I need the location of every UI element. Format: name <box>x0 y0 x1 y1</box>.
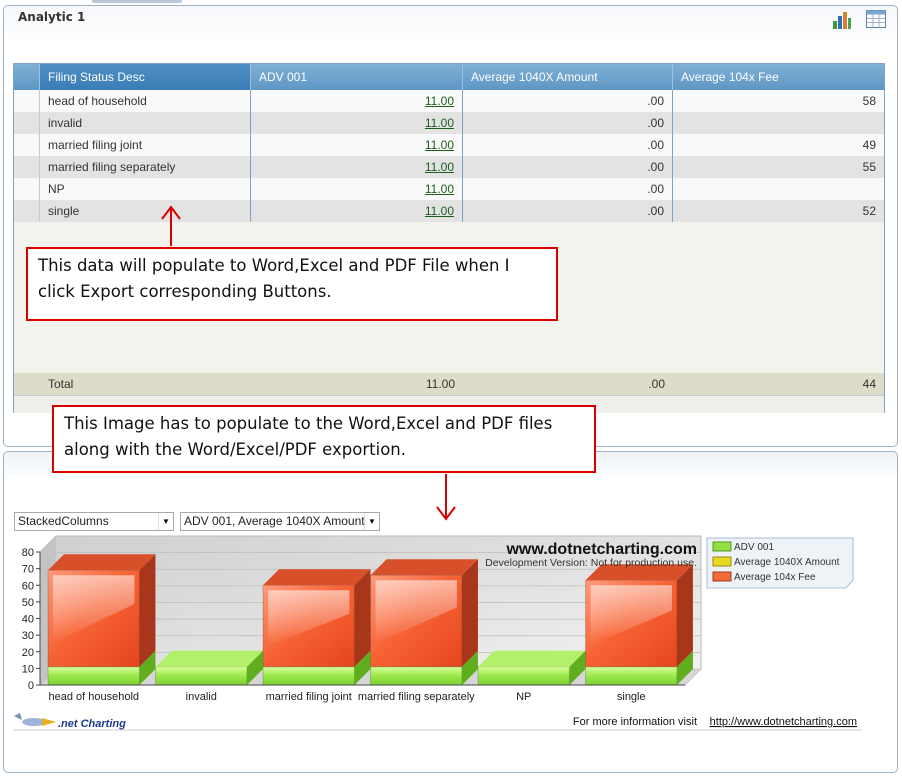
footer-link[interactable]: http://www.dotnetcharting.com <box>710 716 857 728</box>
watermark-title: www.dotnetcharting.com <box>505 541 697 558</box>
bar-top <box>48 554 156 571</box>
legend-label-average-1040x-amount: Average 1040X Amount <box>734 557 840 568</box>
bar-adv-001 <box>155 666 248 686</box>
legend-swatch-average-104x-fee <box>712 571 732 582</box>
stacked-column-chart: 0 10 20 30 40 50 60 70 80 head of household inval… <box>13 535 862 731</box>
y-tick-label: 70 <box>22 564 34 576</box>
y-tick-label: 30 <box>22 630 34 642</box>
watermark-subtitle: Development Version: Not for production … <box>485 557 697 569</box>
bar-top <box>263 569 371 586</box>
x-tick-label: married filing separately <box>358 691 475 703</box>
legend-label-average-104x-fee: Average 104x Fee <box>734 572 816 583</box>
bar-adv-001 <box>47 666 140 686</box>
x-tick-label: NP <box>516 691 531 703</box>
bar-adv-001 <box>585 666 678 686</box>
x-tick-label: married filing joint <box>266 691 352 703</box>
y-tick-label: 40 <box>22 614 34 626</box>
bar-side <box>139 554 156 667</box>
y-tick-label: 10 <box>22 663 34 675</box>
x-tick-label: invalid <box>186 691 217 703</box>
legend-swatch-average-1040x-amount <box>712 556 732 567</box>
bar-adv-001 <box>262 666 355 686</box>
legend-label-adv-001: ADV 001 <box>734 542 774 553</box>
y-tick-label: 20 <box>22 647 34 659</box>
y-tick-label: 50 <box>22 597 34 609</box>
bar-side <box>461 559 478 667</box>
dotnetcharting-logo: .net Charting <box>14 713 126 730</box>
y-tick-label: 0 <box>28 680 34 692</box>
annotation-export-data: This data will populate to Word,Excel an… <box>26 247 558 321</box>
annotation-export-image: This Image has to populate to the Word,E… <box>52 405 596 473</box>
footer-logo-text: .net Charting <box>58 718 126 730</box>
x-tick-label: single <box>617 691 646 703</box>
bar-adv-001 <box>477 666 570 686</box>
chart-legend: ADV 001 Average 1040X Amount Average 104… <box>706 537 854 589</box>
bar-top <box>155 650 263 667</box>
bar-side <box>354 569 371 667</box>
bar-side <box>676 564 693 667</box>
y-tick-label: 60 <box>22 580 34 592</box>
footer-info: For more information visit <box>573 716 697 728</box>
x-tick-label: head of household <box>48 691 139 703</box>
bar-top <box>370 559 478 576</box>
legend-swatch-adv-001 <box>712 541 732 552</box>
bar-top <box>478 650 586 667</box>
bar-adv-001 <box>370 666 463 686</box>
y-tick-label: 80 <box>22 547 34 559</box>
